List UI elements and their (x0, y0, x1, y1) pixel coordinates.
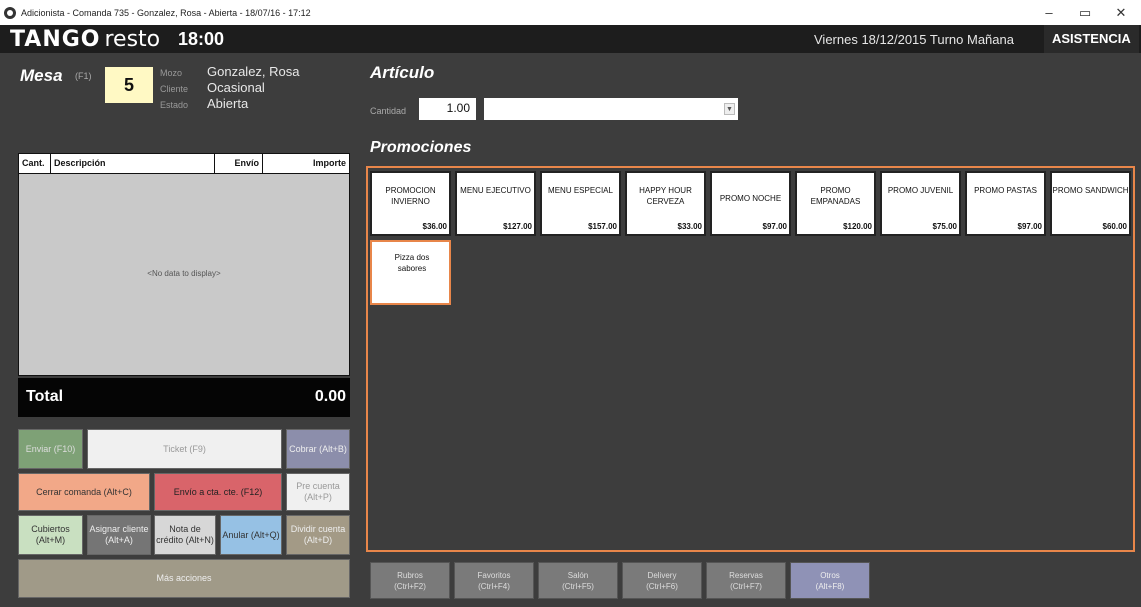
promo-item[interactable]: PROMOCION INVIERNO $36.00 (370, 171, 451, 236)
articulo-label: Artículo (370, 63, 435, 82)
tango-resto-logo: TANGO resto (10, 27, 160, 52)
tab-favoritos[interactable]: Favoritos (Ctrl+F4) (454, 562, 534, 599)
col-envio[interactable]: Envío (215, 154, 263, 174)
promo-item[interactable]: Pizza dos sabores (370, 240, 451, 305)
close-button[interactable]: ✕ (1106, 0, 1136, 25)
window-titlebar: Adicionista - Comanda 735 - Gonzalez, Ro… (0, 0, 1141, 25)
tab-key: (Alt+F8) (815, 581, 845, 591)
cantidad-input[interactable]: 1.00 (419, 98, 476, 120)
promo-item[interactable]: MENU ESPECIAL $157.00 (540, 171, 621, 236)
col-cant[interactable]: Cant. (19, 154, 51, 174)
articulo-select[interactable]: ▼ (484, 98, 738, 120)
asistencia-button[interactable]: ASISTENCIA (1044, 25, 1139, 53)
cantidad-label: Cantidad (370, 106, 407, 116)
nota-credito-button[interactable]: Nota de crédito (Alt+N) (154, 515, 216, 555)
promo-name: MENU ESPECIAL (548, 186, 613, 195)
mesa-number[interactable]: 5 (105, 67, 153, 103)
estado-value: Abierta (207, 96, 249, 111)
col-descripcion[interactable]: Descripción (51, 154, 215, 174)
promo-item[interactable]: PROMO SANDWICH $60.00 (1050, 171, 1131, 236)
maximize-button[interactable]: ▭ (1070, 0, 1100, 25)
chevron-down-icon[interactable]: ▼ (724, 103, 735, 115)
anular-button[interactable]: Anular (Alt+Q) (220, 515, 282, 555)
promo-name: PROMO JUVENIL (887, 186, 954, 195)
promo-name: HAPPY HOUR CERVEZA (639, 186, 692, 206)
asignar-cliente-button[interactable]: Asignar cliente (Alt+A) (87, 515, 151, 555)
tab-label: Reservas (729, 570, 763, 580)
dividir-cuenta-button[interactable]: Dividir cuenta (Alt+D) (286, 515, 350, 555)
promociones-label: Promociones (370, 139, 472, 156)
promo-name: PROMO EMPANADAS (810, 186, 861, 206)
promo-item[interactable]: HAPPY HOUR CERVEZA $33.00 (625, 171, 706, 236)
promo-price: $97.00 (762, 222, 787, 231)
promo-item[interactable]: PROMO NOCHE $97.00 (710, 171, 791, 236)
total-value: 0.00 (314, 388, 346, 405)
tab-key: (Ctrl+F2) (394, 581, 426, 591)
tab-label: Salón (567, 570, 589, 580)
tab-key: (Ctrl+F7) (730, 581, 762, 591)
promo-name: PROMO NOCHE (719, 194, 782, 203)
app-icon (4, 6, 16, 19)
tab-label: Favoritos (477, 570, 511, 580)
empty-grid-message: <No data to display> (147, 269, 221, 278)
promo-item[interactable]: PROMO JUVENIL $75.00 (880, 171, 961, 236)
envio-cta-cte-button[interactable]: Envío a cta. cte. (F12) (154, 473, 282, 511)
tab-key: (Ctrl+F4) (478, 581, 510, 591)
ticket-button[interactable]: Ticket (F9) (87, 429, 282, 469)
cerrar-comanda-button[interactable]: Cerrar comanda (Alt+C) (18, 473, 150, 511)
cobrar-button[interactable]: Cobrar (Alt+B) (286, 429, 350, 469)
promo-name: MENU EJECUTIVO (460, 186, 531, 195)
tab-rubros[interactable]: Rubros (Ctrl+F2) (370, 562, 450, 599)
mozo-value: Gonzalez, Rosa (207, 64, 300, 79)
promo-price: $120.00 (843, 222, 872, 231)
order-grid[interactable]: Cant. Descripción Envío Importe <No data… (18, 153, 350, 376)
tab-salon[interactable]: Salón (Ctrl+F5) (538, 562, 618, 599)
promo-price: $36.00 (422, 222, 447, 231)
promo-price: $157.00 (588, 222, 617, 231)
tab-reservas[interactable]: Reservas (Ctrl+F7) (706, 562, 786, 599)
date-shift: Viernes 18/12/2015 Turno Mañana (814, 32, 1014, 47)
pre-cuenta-button[interactable]: Pre cuenta (Alt+P) (286, 473, 350, 511)
clock: 18:00 (178, 29, 225, 49)
promo-name: PROMO PASTAS (974, 186, 1037, 195)
promo-price: $127.00 (503, 222, 532, 231)
tab-otros[interactable]: Otros (Alt+F8) (790, 562, 870, 599)
tab-label: Rubros (397, 570, 423, 580)
order-grid-header: Cant. Descripción Envío Importe (19, 154, 349, 174)
logo-sub: resto (104, 27, 161, 52)
mesa-label: Mesa (20, 66, 63, 85)
col-importe[interactable]: Importe (263, 154, 349, 174)
cubiertos-button[interactable]: Cubiertos (Alt+M) (18, 515, 83, 555)
promo-price: $33.00 (677, 222, 702, 231)
tab-label: Delivery (647, 570, 677, 580)
tab-key: (Ctrl+F5) (562, 581, 594, 591)
tab-key: (Ctrl+F6) (646, 581, 678, 591)
total-label: Total (26, 388, 64, 405)
promo-item[interactable]: PROMO PASTAS $97.00 (965, 171, 1046, 236)
enviar-button[interactable]: Enviar (F10) (18, 429, 83, 469)
logo-main: TANGO (10, 27, 101, 52)
promo-name: PROMOCION INVIERNO (385, 186, 436, 206)
minimize-button[interactable]: – (1034, 0, 1064, 25)
cliente-label: Cliente (160, 84, 189, 94)
promo-item[interactable]: PROMO EMPANADAS $120.00 (795, 171, 876, 236)
promo-price: $60.00 (1102, 222, 1127, 231)
tab-label: Otros (820, 570, 840, 580)
promo-price: $75.00 (932, 222, 957, 231)
cliente-value: Ocasional (207, 80, 265, 95)
mas-acciones-button[interactable]: Más acciones (18, 559, 350, 598)
total-bar: Total 0.00 (18, 378, 350, 417)
promo-name: Pizza dos sabores (394, 253, 430, 273)
estado-label: Estado (160, 100, 189, 110)
window-title: Adicionista - Comanda 735 - Gonzalez, Ro… (21, 7, 311, 18)
promo-name: PROMO SANDWICH (1052, 186, 1129, 195)
mozo-label: Mozo (160, 68, 183, 78)
app-header: TANGO resto 18:00 Viernes 18/12/2015 Turn… (0, 25, 1141, 53)
tab-delivery[interactable]: Delivery (Ctrl+F6) (622, 562, 702, 599)
mesa-shortcut: (F1) (75, 71, 92, 81)
promo-item[interactable]: MENU EJECUTIVO $127.00 (455, 171, 536, 236)
promo-price: $97.00 (1017, 222, 1042, 231)
